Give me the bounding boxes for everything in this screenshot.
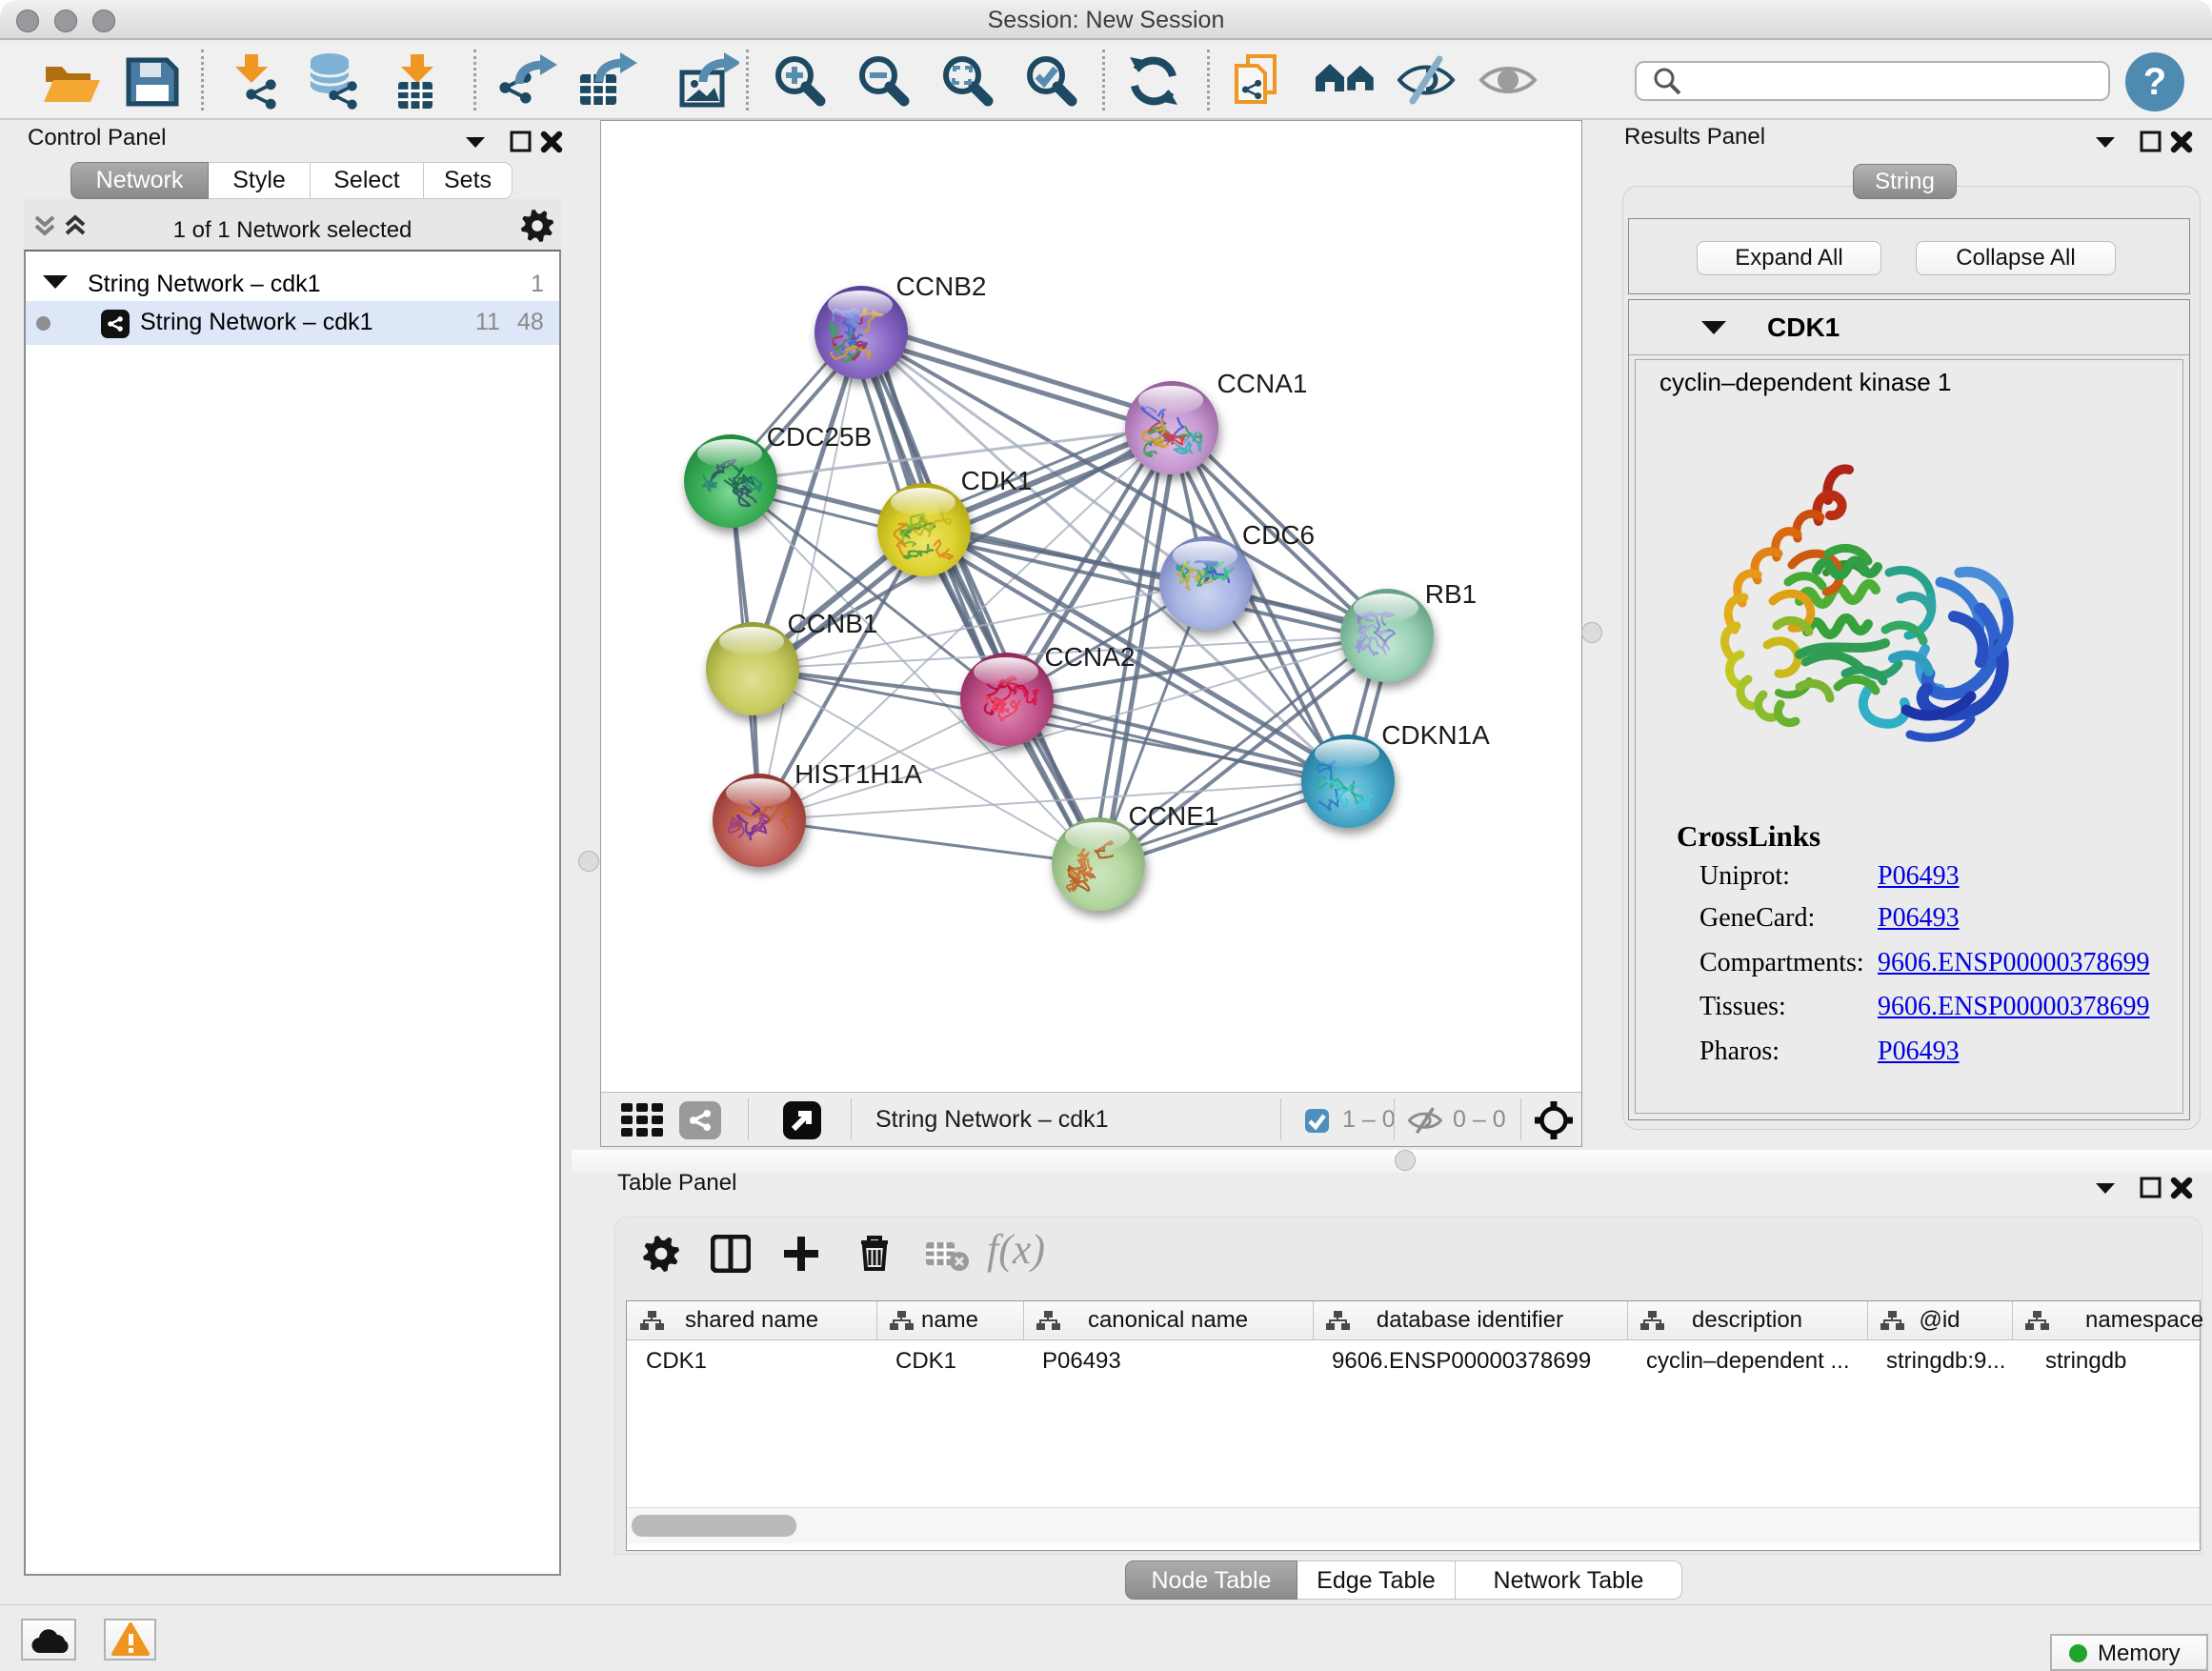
- svg-text:CDC6: CDC6: [1242, 520, 1315, 550]
- svg-text:CCNE1: CCNE1: [1129, 801, 1219, 831]
- svg-text:CDC25B: CDC25B: [767, 422, 872, 452]
- svg-text:CCNA1: CCNA1: [1217, 369, 1308, 398]
- svg-text:CDKN1A: CDKN1A: [1381, 720, 1490, 750]
- svg-text:CCNB2: CCNB2: [896, 272, 987, 301]
- svg-text:HIST1H1A: HIST1H1A: [794, 759, 922, 789]
- svg-text:CDK1: CDK1: [961, 466, 1033, 495]
- svg-text:CCNA2: CCNA2: [1045, 642, 1136, 672]
- svg-text:CCNB1: CCNB1: [788, 609, 878, 638]
- svg-text:RB1: RB1: [1425, 579, 1477, 609]
